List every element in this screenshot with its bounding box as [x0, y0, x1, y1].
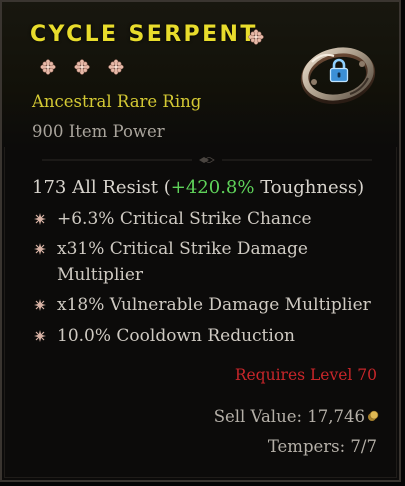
star-bullet-icon: [34, 299, 46, 311]
star-bullet-icon: [34, 213, 46, 225]
flower-icon: [40, 59, 56, 75]
item-image[interactable]: [300, 38, 376, 110]
sell-value: Sell Value: 17,746: [213, 407, 365, 426]
main-stat-paren-close: ): [357, 177, 365, 198]
toughness-value: +420.8%: [170, 177, 255, 198]
item-rarity-type: Ancestral Rare Ring: [32, 92, 202, 111]
level-requirement: Requires Level 70: [234, 366, 377, 384]
item-name: CYCLE SERPENT: [30, 22, 258, 47]
star-bullet-icon: [34, 330, 46, 342]
flower-icon: [74, 59, 90, 75]
main-stat-paren-open: (: [163, 177, 171, 198]
flower-icon: [108, 59, 124, 75]
affix-line: 10.0% Cooldown Reduction: [57, 326, 296, 346]
flower-icon: [248, 29, 264, 45]
affix-line: +6.3% Critical Strike Chance: [57, 209, 312, 229]
affix-line: x18% Vulnerable Damage Multiplier: [57, 295, 371, 315]
main-stat-value: 173 All Resist: [32, 177, 158, 198]
item-power: 900 Item Power: [32, 122, 165, 141]
gold-coin-icon: [368, 410, 379, 421]
lock-icon[interactable]: [328, 58, 350, 84]
section-divider: [42, 157, 372, 163]
main-stat: 173 All Resist (+420.8% Toughness): [32, 177, 364, 198]
star-bullet-icon: [34, 243, 46, 255]
affix-line: x31% Critical Strike Damage Multiplier: [57, 239, 308, 285]
toughness-label: Toughness: [260, 177, 358, 198]
tempers-count: Tempers: 7/7: [267, 437, 377, 456]
item-tooltip: CYCLE SERPENT Ancestral Rare Ring 900 It…: [0, 0, 401, 482]
